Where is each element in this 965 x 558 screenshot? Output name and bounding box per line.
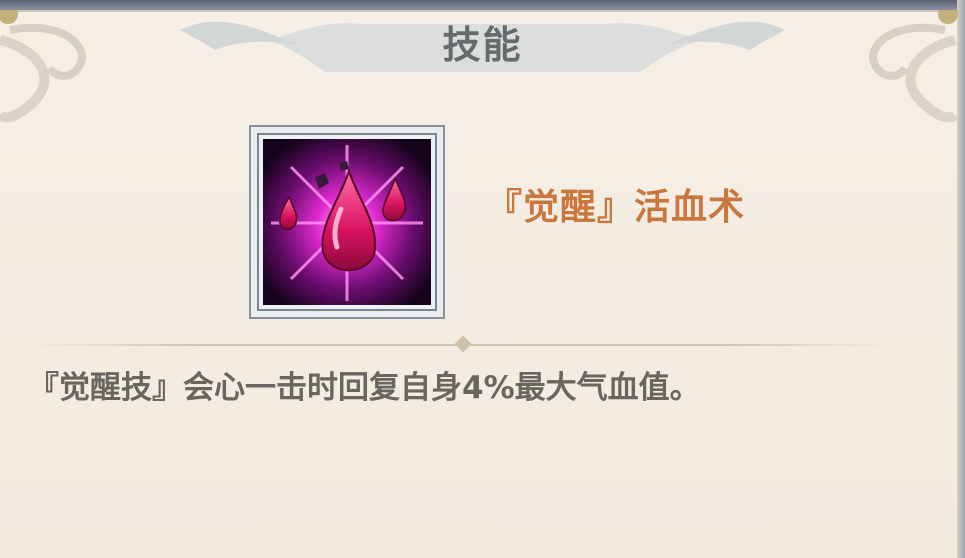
skill-panel: 技能 『觉醒』活血术 『觉醒技』会心一击时回复自身4%最大气血值。 <box>0 0 965 558</box>
divider-diamond <box>454 335 472 353</box>
skill-name: 『觉醒』活血术 <box>486 187 746 228</box>
skill-icon-frame[interactable] <box>249 125 445 319</box>
skill-description: 『觉醒技』会心一击时回复自身4%最大气血值。 <box>28 370 701 406</box>
blood-drop-skill-icon <box>263 139 431 305</box>
panel-title: 技能 <box>442 23 523 67</box>
